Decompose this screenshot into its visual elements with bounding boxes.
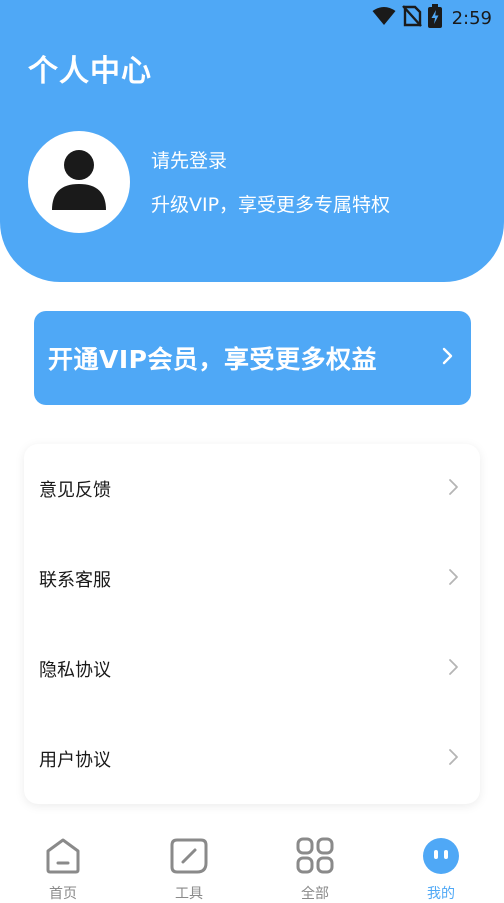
menu-item-user-agreement[interactable]: 用户协议 xyxy=(24,714,480,804)
tab-profile[interactable]: 我的 xyxy=(378,825,504,903)
user-silhouette-icon xyxy=(50,148,108,216)
tab-label: 工具 xyxy=(175,886,203,902)
tab-label: 我的 xyxy=(427,886,455,902)
menu-card: 意见反馈 联系客服 隐私协议 用户协议 xyxy=(24,444,480,804)
menu-item-privacy-policy[interactable]: 隐私协议 xyxy=(24,624,480,714)
vip-banner-button[interactable]: 开通VIP会员，享受更多权益 xyxy=(34,311,471,405)
page-title: 个人中心 xyxy=(28,54,152,89)
tab-all[interactable]: 全部 xyxy=(252,825,378,903)
status-bar: 2:59 xyxy=(0,0,504,36)
profile-icon xyxy=(421,837,461,879)
grid-icon xyxy=(295,837,335,879)
wifi-icon xyxy=(372,6,396,30)
chevron-right-icon xyxy=(448,747,460,771)
login-prompt[interactable]: 请先登录 xyxy=(151,146,227,173)
menu-item-label: 意见反馈 xyxy=(39,480,111,501)
tab-home[interactable]: 首页 xyxy=(0,825,126,903)
tab-label: 全部 xyxy=(301,886,329,902)
avatar[interactable] xyxy=(28,131,130,233)
battery-charging-icon xyxy=(427,4,442,32)
bottom-tab-bar: 首页 工具 全部 我的 xyxy=(0,825,504,903)
tab-label: 首页 xyxy=(49,886,77,902)
vip-subtitle: 升级VIP，享受更多专属特权 xyxy=(151,194,391,216)
menu-item-label: 用户协议 xyxy=(39,750,111,771)
status-time: 2:59 xyxy=(451,7,492,29)
no-sim-icon xyxy=(401,5,422,31)
chevron-right-icon xyxy=(448,567,460,591)
home-icon xyxy=(43,837,83,879)
chevron-right-icon xyxy=(448,657,460,681)
chevron-right-icon xyxy=(441,346,455,370)
menu-item-feedback[interactable]: 意见反馈 xyxy=(24,444,480,534)
chevron-right-icon xyxy=(448,477,460,501)
vip-banner-label: 开通VIP会员，享受更多权益 xyxy=(48,345,377,374)
menu-item-label: 联系客服 xyxy=(39,570,111,591)
tab-tools[interactable]: 工具 xyxy=(126,825,252,903)
menu-item-contact-service[interactable]: 联系客服 xyxy=(24,534,480,624)
tools-icon xyxy=(169,837,209,879)
menu-item-label: 隐私协议 xyxy=(39,660,111,681)
